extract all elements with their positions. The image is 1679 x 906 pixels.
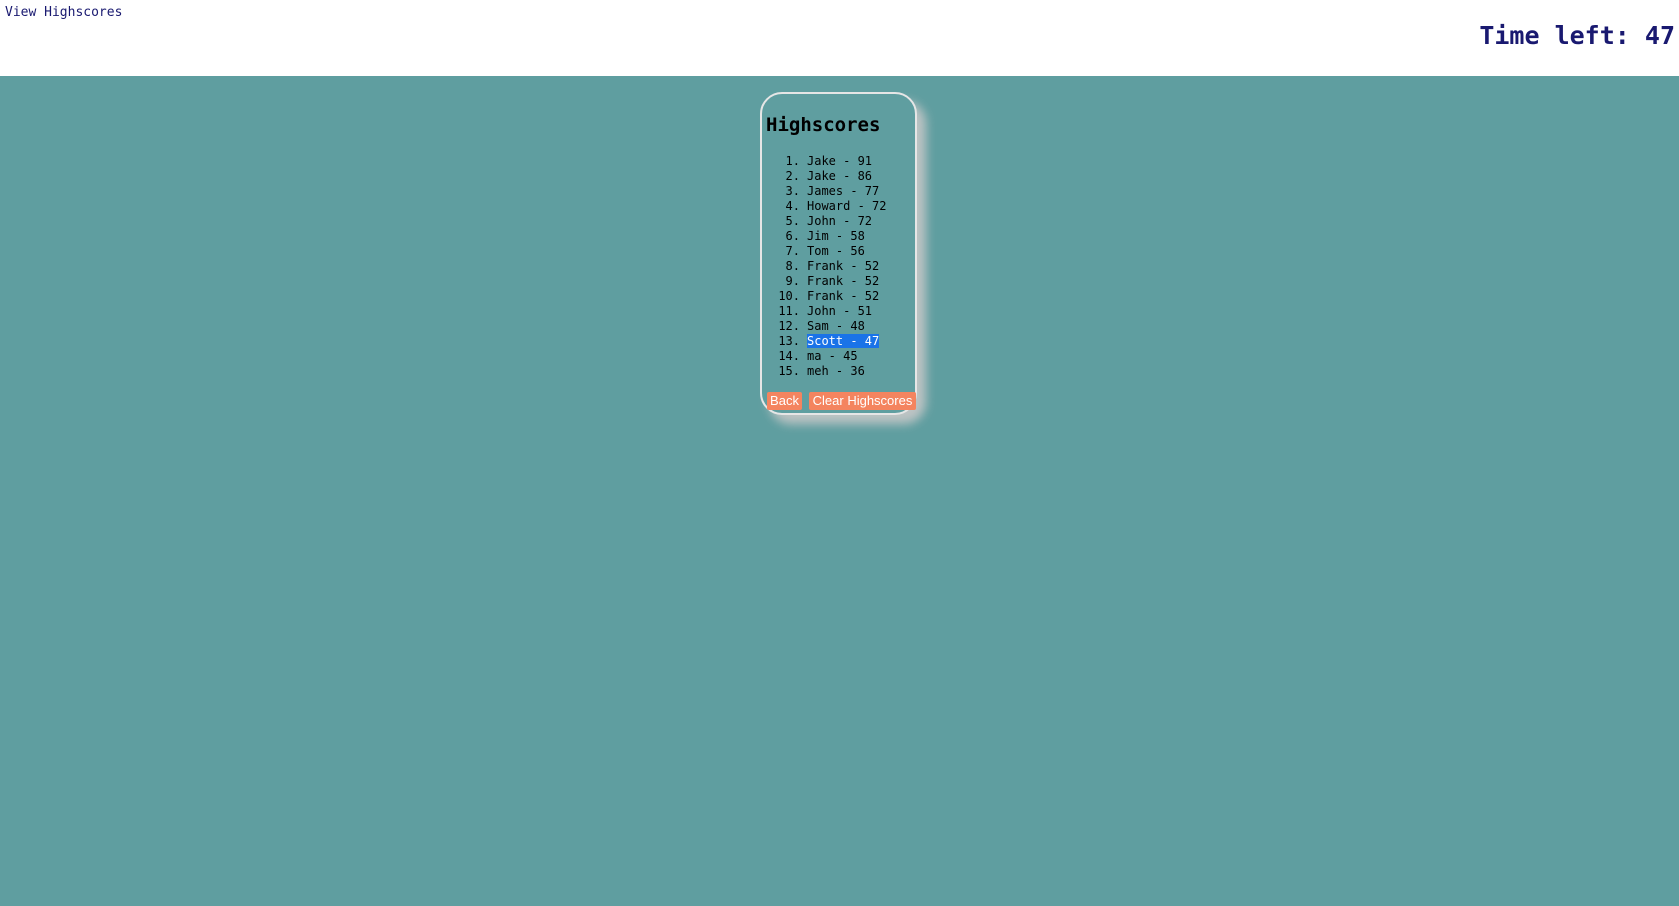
highscores-card: Highscores 1. Jake - 91 2. Jake - 86 3. Jam… (760, 92, 917, 415)
list-item: 1. Jake - 91 (766, 154, 886, 169)
list-item: 12. Sam - 48 (766, 319, 886, 334)
clear-highscores-button[interactable]: Clear Highscores (809, 392, 916, 410)
highscores-title: Highscores (766, 114, 881, 136)
view-highscores-link[interactable]: View Highscores (5, 5, 122, 20)
score-entry: Sam - 48 (807, 319, 865, 333)
rank-number: 14. (778, 349, 800, 363)
score-entry: Frank - 52 (807, 259, 880, 273)
time-left-display: Time left: 47 (1479, 21, 1675, 50)
list-item: 7. Tom - 56 (766, 244, 886, 259)
highscores-list: 1. Jake - 91 2. Jake - 86 3. James - 77 4. H… (766, 154, 886, 379)
rank-number: 4. (785, 199, 800, 213)
list-item: 14. ma - 45 (766, 349, 886, 364)
list-item: 5. John - 72 (766, 214, 886, 229)
score-entry: Jake - 86 (807, 169, 873, 183)
score-entry: Frank - 52 (807, 289, 880, 303)
rank-number: 12. (778, 319, 800, 333)
list-item: 13. Scott - 47 (766, 334, 886, 349)
rank-number: 3. (785, 184, 800, 198)
score-entry: Howard - 72 (807, 199, 887, 213)
rank-number: 13. (778, 334, 800, 348)
score-entry: ma - 45 (807, 349, 858, 363)
back-button[interactable]: Back (767, 392, 802, 410)
score-entry: Frank - 52 (807, 274, 880, 288)
list-item: 9. Frank - 52 (766, 274, 886, 289)
score-entry: Jim - 58 (807, 229, 865, 243)
score-entry: John - 72 (807, 214, 873, 228)
rank-number: 5. (785, 214, 800, 228)
rank-number: 2. (785, 169, 800, 183)
rank-number: 8. (785, 259, 800, 273)
list-item: 4. Howard - 72 (766, 199, 887, 214)
list-item: 6. Jim - 58 (766, 229, 886, 244)
rank-number: 15. (778, 364, 800, 378)
list-item: 11. John - 51 (766, 304, 886, 319)
rank-number: 1. (785, 154, 800, 168)
score-entry: Tom - 56 (807, 244, 865, 258)
score-entry: Jake - 91 (807, 154, 873, 168)
rank-number: 10. (778, 289, 800, 303)
score-entry-selected: Scott - 47 (807, 334, 880, 348)
list-item: 8. Frank - 52 (766, 259, 886, 274)
score-entry: John - 51 (807, 304, 873, 318)
rank-number: 11. (778, 304, 800, 318)
rank-number: 7. (785, 244, 800, 258)
top-bar: View Highscores Time left: 47 (0, 0, 1679, 76)
list-item: 10. Frank - 52 (766, 289, 886, 304)
list-item: 2. Jake - 86 (766, 169, 886, 184)
list-item: 15. meh - 36 (766, 364, 886, 379)
rank-number: 9. (785, 274, 800, 288)
score-entry: meh - 36 (807, 364, 865, 378)
rank-number: 6. (785, 229, 800, 243)
score-entry: James - 77 (807, 184, 880, 198)
list-item: 3. James - 77 (766, 184, 886, 199)
